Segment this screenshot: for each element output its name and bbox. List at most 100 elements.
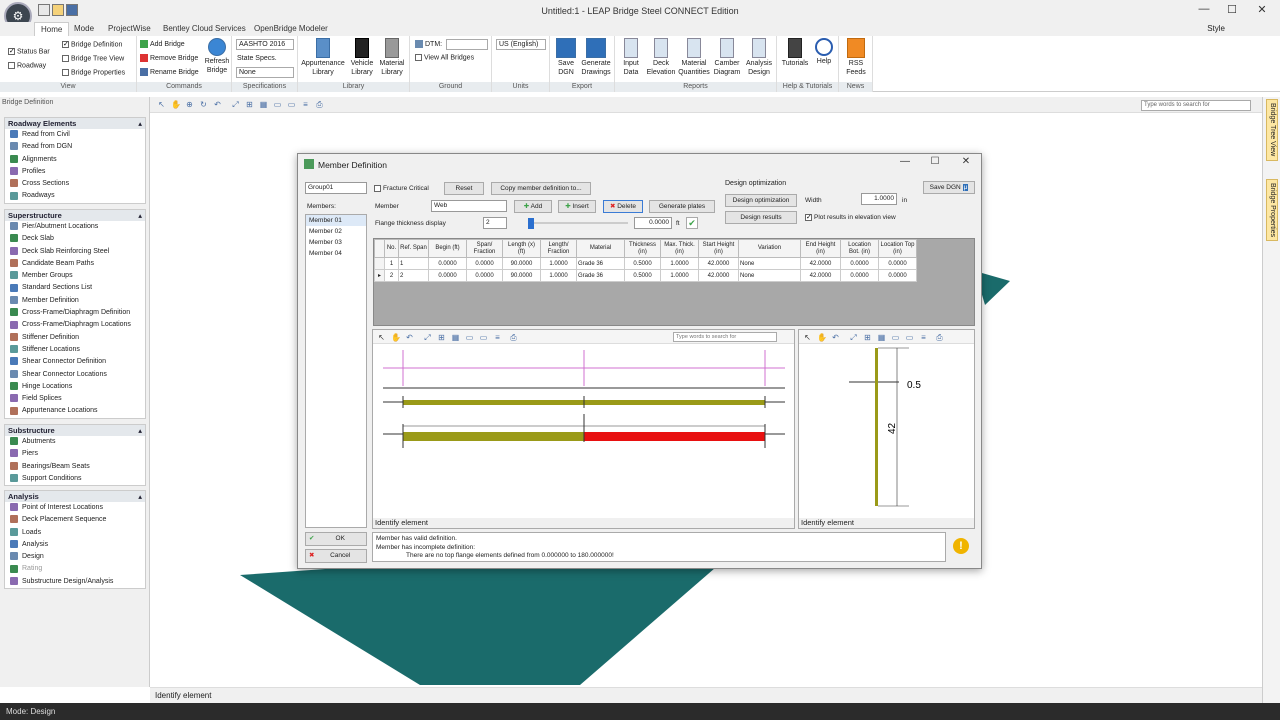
close-button[interactable]: ✕	[1252, 3, 1272, 17]
table-cell[interactable]: Grade 36	[576, 269, 625, 282]
sidebar-item[interactable]: Shear Connector Definition	[5, 356, 145, 368]
undo-icon[interactable]: ↶	[831, 333, 840, 342]
table-cell[interactable]: 1	[398, 257, 429, 270]
select-icon[interactable]: ↖	[803, 333, 812, 342]
view-icon[interactable]: ▭	[465, 333, 474, 342]
table-cell[interactable]: 1.0000	[540, 257, 577, 270]
member-table[interactable]: No. Ref. Span Begin (ft) Span/ Fraction Leng…	[373, 238, 975, 326]
sidebar-item[interactable]: Bearings/Beam Seats	[5, 461, 145, 473]
table-row[interactable]: ▸ 2 2 0.0000 0.0000 90.0000 1.0000 Grade 36 0.50…	[374, 269, 917, 282]
generate-plates-button[interactable]: Generate plates	[649, 200, 715, 213]
tab-home[interactable]: Home	[34, 22, 70, 36]
list-item[interactable]: Member 04	[306, 248, 366, 259]
select-icon[interactable]: ↖	[377, 333, 386, 342]
zoom-window-icon[interactable]: ⊞	[245, 100, 254, 109]
collapse-icon[interactable]: ▴	[138, 210, 142, 221]
table-cell[interactable]: 42.0000	[698, 257, 739, 270]
zoom-icon[interactable]: ⊕	[185, 100, 194, 109]
dialog-maximize-button[interactable]: ☐	[926, 156, 944, 167]
sidebar-item[interactable]: Hinge Locations	[5, 381, 145, 393]
grid-icon[interactable]: ▦	[451, 333, 460, 342]
flange-slider-track[interactable]	[528, 222, 628, 224]
save-dgn-button[interactable]: Save DGN	[553, 38, 579, 77]
grid-icon[interactable]: ▦	[259, 100, 268, 109]
collapse-icon[interactable]: ▴	[138, 425, 142, 436]
add-bridge-button[interactable]: Add Bridge	[140, 40, 185, 48]
sidebar-item[interactable]: Shear Connector Locations	[5, 369, 145, 381]
column-header[interactable]: Material	[576, 239, 625, 258]
sidebar-item[interactable]: Piers	[5, 448, 145, 460]
input-data-report-button[interactable]: Input Data	[617, 38, 645, 77]
table-cell[interactable]: 0.0000	[466, 269, 503, 282]
maximize-button[interactable]: ☐	[1222, 3, 1242, 17]
main-search-input[interactable]: Type words to search for	[1141, 100, 1251, 111]
help-button[interactable]: Help	[811, 38, 837, 66]
material-library-button[interactable]: Material Library	[377, 38, 407, 77]
open-folder-icon[interactable]	[52, 4, 64, 16]
view-all-bridges-toggle[interactable]: View All Bridges	[415, 54, 474, 61]
dialog-minimize-button[interactable]: —	[896, 156, 914, 167]
column-header[interactable]: Begin (ft)	[428, 239, 467, 258]
sidebar-item[interactable]: Cross-Frame/Diaphragm Definition	[5, 307, 145, 319]
settings-icon[interactable]: ≡	[301, 100, 310, 109]
sidebar-item[interactable]: Alignments	[5, 154, 145, 166]
tab-projectwise[interactable]: ProjectWise	[102, 22, 157, 36]
table-cell[interactable]: 42.0000	[698, 269, 739, 282]
table-cell[interactable]: 0.0000	[466, 257, 503, 270]
section-header[interactable]: Substructure ▴	[5, 425, 145, 436]
view-icon[interactable]: ▭	[273, 100, 282, 109]
cancel-button[interactable]: ✖ Cancel	[305, 549, 367, 563]
rename-bridge-button[interactable]: Rename Bridge	[140, 68, 199, 76]
tab-mode[interactable]: Mode	[68, 22, 100, 36]
dtm-select[interactable]	[446, 39, 488, 50]
table-cell[interactable]: 1.0000	[540, 269, 577, 282]
save-icon[interactable]	[66, 4, 78, 16]
sidebar-item[interactable]: Cross-Frame/Diaphragm Locations	[5, 319, 145, 331]
section-view[interactable]: ↖ ✋ ↶ ⤢ ⊞ ▦ ▭ ▭ ≡ ⎙ 0.5 42 Identify elem…	[798, 329, 975, 529]
sidebar-item[interactable]: Stiffener Locations	[5, 344, 145, 356]
sidebar-item[interactable]: Read from Civil	[5, 129, 145, 141]
section-header[interactable]: Superstructure ▴	[5, 210, 145, 221]
view2-icon[interactable]: ▭	[479, 333, 488, 342]
zoom-window-icon[interactable]: ⊞	[863, 333, 872, 342]
undo-icon[interactable]: ↶	[213, 100, 222, 109]
column-header[interactable]: Length (x) (ft)	[502, 239, 541, 258]
plot-results-checkbox[interactable]: Plot results in elevation view	[805, 214, 896, 221]
status-bar-toggle[interactable]: Status Bar	[8, 48, 50, 55]
bridge-properties-toggle[interactable]: Bridge Properties	[62, 69, 125, 76]
table-cell[interactable]: None	[738, 269, 801, 282]
material-quantities-report-button[interactable]: Material Quantities	[677, 38, 711, 77]
table-cell[interactable]: 90.0000	[502, 269, 541, 282]
remove-bridge-button[interactable]: Remove Bridge	[140, 54, 198, 62]
insert-button[interactable]: ✚ Insert	[558, 200, 596, 213]
table-cell[interactable]: 0.5000	[624, 257, 661, 270]
table-cell[interactable]: 0.0000	[840, 269, 879, 282]
sidebar-item[interactable]: Profiles	[5, 166, 145, 178]
table-cell[interactable]: 1	[384, 257, 399, 270]
table-cell[interactable]: 1.0000	[660, 269, 699, 282]
flange-position-input[interactable]: 0.0000	[634, 217, 672, 229]
sidebar-item[interactable]: Appurtenance Locations	[5, 405, 145, 417]
width-input[interactable]: 1.0000	[861, 193, 897, 205]
column-header[interactable]: Ref. Span	[398, 239, 429, 258]
table-cell[interactable]: 0.0000	[840, 257, 879, 270]
table-cell[interactable]: 0.0000	[428, 269, 467, 282]
apply-check-icon[interactable]: ✔	[686, 217, 698, 229]
sidebar-item[interactable]: Analysis	[5, 539, 145, 551]
column-header[interactable]: Location Top (in)	[878, 239, 917, 258]
roadway-toggle[interactable]: Roadway	[8, 62, 46, 69]
new-file-icon[interactable]	[38, 4, 50, 16]
dialog-close-button[interactable]: ✕	[957, 156, 975, 167]
collapse-icon[interactable]: ▴	[138, 118, 142, 129]
sidebar-item[interactable]: Standard Sections List	[5, 282, 145, 294]
column-header[interactable]: Max. Thick. (in)	[660, 239, 699, 258]
sidebar-item[interactable]: Deck Slab Reinforcing Steel	[5, 246, 145, 258]
sidebar-item[interactable]: Member Groups	[5, 270, 145, 282]
sidebar-item[interactable]: Member Definition	[5, 295, 145, 307]
rotate-icon[interactable]: ↻	[199, 100, 208, 109]
settings-icon[interactable]: ≡	[493, 333, 502, 342]
sidebar-item[interactable]: Roadways	[5, 190, 145, 202]
column-header[interactable]: Length/ Fraction	[540, 239, 577, 258]
fit-icon[interactable]: ⤢	[849, 333, 858, 342]
elevation-search-input[interactable]: Type words to search for	[673, 332, 777, 342]
